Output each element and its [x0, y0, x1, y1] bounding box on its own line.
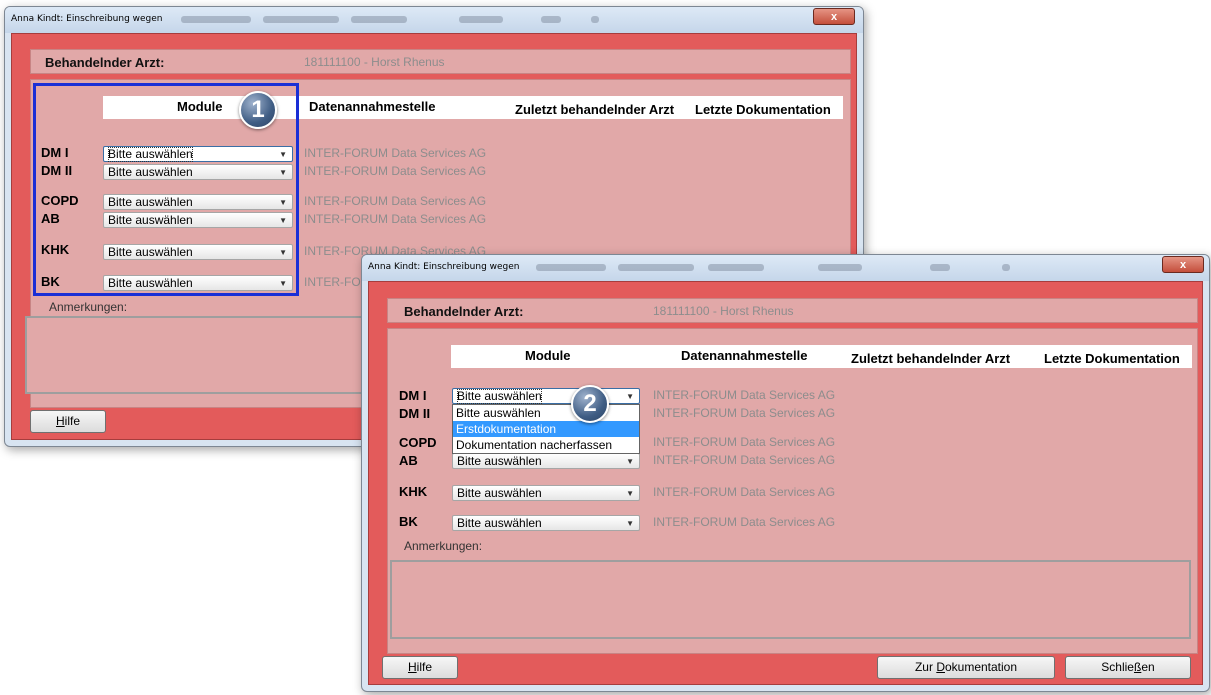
- row-label-dm1: DM I: [399, 388, 427, 403]
- column-header-last-doc: Letzte Dokumentation: [695, 102, 831, 117]
- dsa-dm2: INTER-FORUM Data Services AG: [653, 406, 836, 420]
- blurred-title-segment: [818, 264, 862, 271]
- column-header-last-doctor: Zuletzt behandelnder Arzt: [851, 351, 1011, 366]
- blurred-title-segment: [930, 264, 950, 271]
- column-header-dsa: Datenannahmestelle: [309, 99, 436, 114]
- doctor-value: 181111100 - Horst Rhenus: [653, 304, 794, 318]
- blurred-title-segment: [1002, 264, 1010, 271]
- callout-2-icon: 2: [571, 385, 609, 423]
- blurred-title-segment: [708, 264, 764, 271]
- module-select-bk[interactable]: Bitte auswählen ▼: [452, 515, 640, 531]
- anmerkungen-label: Anmerkungen:: [404, 539, 483, 553]
- doctor-panel: Behandelnder Arzt: 181111100 - Horst Rhe…: [387, 298, 1198, 323]
- row-label-ab: AB: [399, 453, 418, 468]
- dsa-ab: INTER-FORUM Data Services AG: [653, 453, 836, 467]
- dsa-ab: INTER-FORUM Data Services AG: [304, 212, 487, 226]
- close-button[interactable]: x: [813, 8, 855, 25]
- doctor-label: Behandelnder Arzt:: [404, 304, 524, 319]
- row-label-bk: BK: [399, 514, 418, 529]
- dsa-bk: INTER-FORUM Data Services AG: [653, 515, 836, 529]
- column-header-module: Module: [525, 348, 571, 363]
- module-select-khk[interactable]: Bitte auswählen ▼: [452, 485, 640, 501]
- module-dropdown-list: Bitte auswählen Erstdokumentation Dokume…: [452, 404, 640, 454]
- close-icon: x: [1179, 259, 1187, 271]
- blurred-title-segment: [181, 16, 251, 23]
- row-label-dm2: DM II: [399, 406, 431, 421]
- title-bar[interactable]: Anna Kindt: Einschreibung wegen x: [5, 7, 863, 33]
- dsa-dm1: INTER-FORUM Data Services AG: [653, 388, 836, 402]
- callout-1-icon: 1: [239, 91, 277, 129]
- window-title: Anna Kindt: Einschreibung wegen: [11, 14, 163, 24]
- enrollment-window-2: Anna Kindt: Einschreibung wegen x Behand…: [361, 254, 1210, 692]
- row-label-khk: KHK: [399, 484, 428, 499]
- dsa-dm2: INTER-FORUM Data Services AG: [304, 164, 487, 178]
- blurred-title-segment: [541, 16, 561, 23]
- blurred-title-segment: [263, 16, 339, 23]
- dsa-bk-clipped: INTER-FO: [304, 275, 361, 289]
- dsa-dm1: INTER-FORUM Data Services AG: [304, 146, 487, 160]
- column-header-dsa: Datenannahmestelle: [681, 348, 808, 363]
- row-label-copd: COPD: [399, 435, 437, 450]
- blurred-title-segment: [459, 16, 503, 23]
- doctor-panel: Behandelnder Arzt: 181111100 - Horst Rhe…: [30, 49, 851, 74]
- blurred-title-segment: [618, 264, 694, 271]
- doctor-label: Behandelnder Arzt:: [45, 55, 165, 70]
- module-select-dm1[interactable]: Bitte auswählen ▼: [452, 388, 640, 404]
- dropdown-option-nacherfassen[interactable]: Dokumentation nacherfassen: [453, 437, 639, 453]
- dropdown-option-erstdokumentation[interactable]: Erstdokumentation: [453, 421, 639, 437]
- hilfe-button[interactable]: Hilfe: [382, 656, 458, 679]
- chevron-down-icon: ▼: [626, 489, 634, 498]
- close-button[interactable]: x: [1162, 256, 1204, 273]
- chevron-down-icon: ▼: [626, 392, 634, 401]
- dropdown-option-bitte-auswaehlen[interactable]: Bitte auswählen: [453, 405, 639, 421]
- blurred-title-segment: [351, 16, 407, 23]
- schliessen-button[interactable]: Schließen: [1065, 656, 1191, 679]
- blurred-title-segment: [536, 264, 606, 271]
- anmerkungen-label: Anmerkungen:: [49, 300, 128, 314]
- window-title: Anna Kindt: Einschreibung wegen: [368, 262, 520, 272]
- module-select-ab[interactable]: Bitte auswählen ▼: [452, 453, 640, 469]
- doctor-value: 181111100 - Horst Rhenus: [304, 55, 445, 69]
- close-icon: x: [830, 11, 838, 23]
- dsa-khk: INTER-FORUM Data Services AG: [653, 485, 836, 499]
- anmerkungen-textarea[interactable]: [390, 560, 1191, 639]
- dsa-copd: INTER-FORUM Data Services AG: [304, 194, 487, 208]
- chevron-down-icon: ▼: [626, 457, 634, 466]
- column-header-last-doctor: Zuletzt behandelnder Arzt: [515, 102, 675, 117]
- client-area: Behandelnder Arzt: 181111100 - Horst Rhe…: [368, 281, 1203, 685]
- zur-dokumentation-button[interactable]: Zur Dokumentation: [877, 656, 1055, 679]
- blurred-title-segment: [591, 16, 599, 23]
- hilfe-button[interactable]: Hilfe: [30, 410, 106, 433]
- column-header-last-doc: Letzte Dokumentation: [1044, 351, 1180, 366]
- dsa-copd: INTER-FORUM Data Services AG: [653, 435, 836, 449]
- title-bar[interactable]: Anna Kindt: Einschreibung wegen x: [362, 255, 1209, 281]
- modules-panel: Module Datenannahmestelle Zuletzt behand…: [387, 328, 1198, 654]
- chevron-down-icon: ▼: [626, 519, 634, 528]
